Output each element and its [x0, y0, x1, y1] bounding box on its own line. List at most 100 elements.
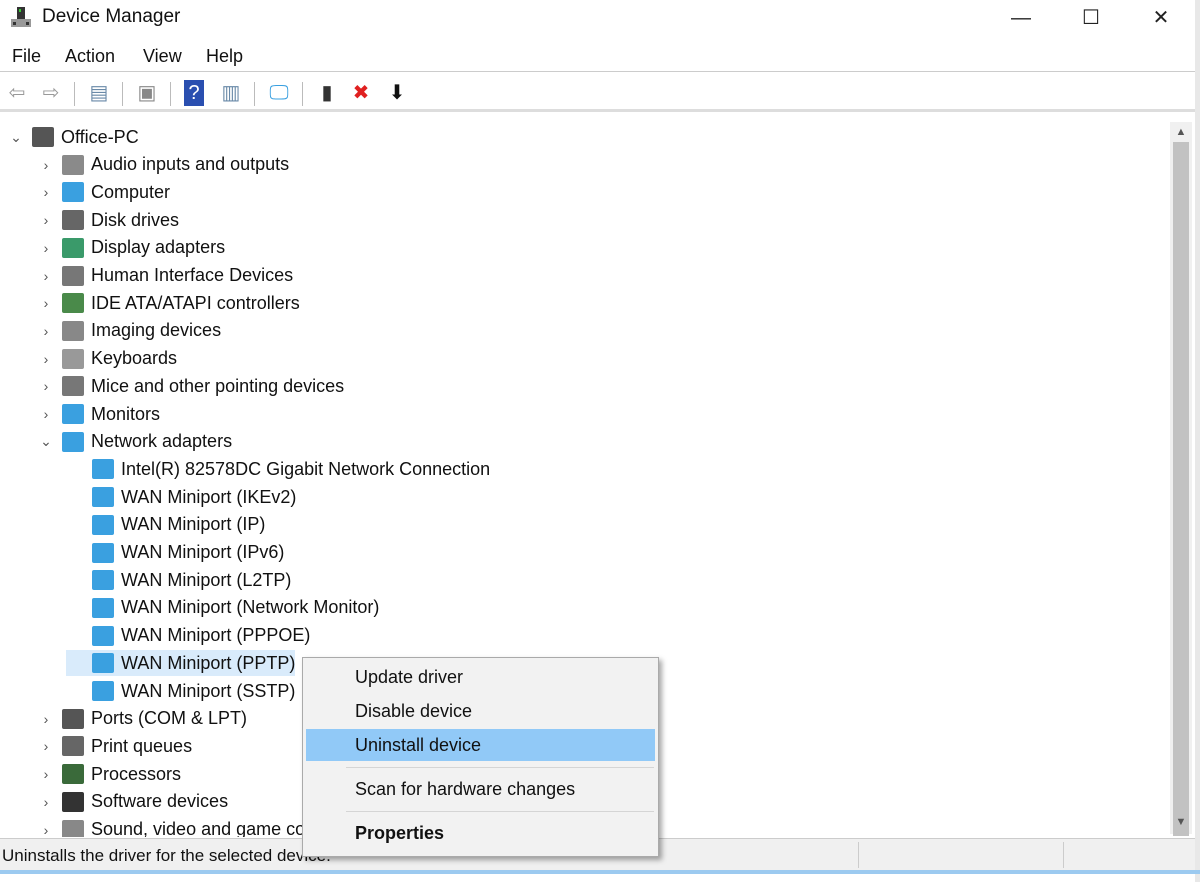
tree-category[interactable]: › Disk drives: [36, 207, 179, 233]
tree-category[interactable]: › Display adapters: [36, 235, 225, 261]
tree-item-label: Monitors: [91, 403, 161, 424]
tree-item-label: Mice and other pointing devices: [91, 375, 345, 396]
tree-item-label: Network adapters: [91, 431, 233, 452]
menu-item-disable-device[interactable]: Disable device: [306, 695, 655, 727]
chevron-right-icon[interactable]: ›: [36, 212, 56, 228]
tree-category[interactable]: › IDE ATA/ATAPI controllers: [36, 290, 300, 316]
tree-item-label: Audio inputs and outputs: [91, 154, 290, 175]
menu-bar: File Action View Help: [0, 42, 1195, 72]
chevron-right-icon[interactable]: ›: [36, 184, 56, 200]
tree-device[interactable]: Intel(R) 82578DC Gigabit Network Connect…: [66, 456, 490, 482]
menu-item-properties[interactable]: Properties: [306, 817, 655, 849]
tree-category[interactable]: › Processors: [36, 761, 181, 787]
action-pane-icon[interactable]: ▥: [218, 80, 244, 106]
device-icon: [92, 459, 114, 480]
disable-device-icon[interactable]: ⬇: [384, 80, 410, 106]
tree-category[interactable]: › Imaging devices: [36, 318, 221, 344]
tree-item-label: WAN Miniport (PPTP): [121, 652, 296, 673]
chevron-right-icon[interactable]: ›: [36, 766, 56, 782]
tree-item-label: Keyboards: [91, 348, 178, 369]
tree-device[interactable]: WAN Miniport (L2TP): [66, 567, 291, 593]
chevron-right-icon[interactable]: ›: [36, 323, 56, 339]
device-icon: [92, 681, 114, 701]
chevron-right-icon[interactable]: ›: [36, 711, 56, 727]
tree-device[interactable]: WAN Miniport (IP): [66, 512, 265, 538]
chevron-right-icon[interactable]: ›: [36, 738, 56, 754]
device-icon: [92, 542, 114, 563]
chevron-right-icon[interactable]: ›: [36, 295, 56, 311]
device-icon: [62, 320, 84, 341]
tree-item-label: Display adapters: [91, 237, 226, 258]
tree-category[interactable]: › Keyboards: [36, 346, 177, 372]
menu-view[interactable]: View: [143, 46, 182, 67]
scroll-up-icon[interactable]: ▲: [1170, 126, 1192, 138]
tree-item-label: Imaging devices: [91, 320, 222, 341]
chevron-right-icon[interactable]: ›: [36, 240, 56, 256]
menu-item-uninstall-device[interactable]: Uninstall device: [306, 729, 655, 761]
menu-help[interactable]: Help: [206, 46, 243, 67]
tree-category[interactable]: › Monitors: [36, 401, 160, 427]
tree-item-label: Office-PC: [61, 126, 139, 147]
chevron-right-icon[interactable]: ›: [36, 406, 56, 422]
tree-category[interactable]: ⌄ Network adapters: [36, 429, 232, 455]
chevron-down-icon[interactable]: ⌄: [36, 433, 56, 450]
tree-root[interactable]: ⌄ Office-PC: [6, 124, 139, 150]
device-icon: [92, 597, 114, 618]
vertical-scrollbar[interactable]: ▲ ▼: [1170, 122, 1192, 836]
back-icon[interactable]: ⇦: [4, 80, 30, 106]
tree-category[interactable]: › Audio inputs and outputs: [36, 152, 289, 178]
tree-device[interactable]: WAN Miniport (IKEv2): [66, 484, 296, 510]
device-icon: [92, 653, 114, 674]
device-icon: [62, 431, 84, 452]
menu-item-update-driver[interactable]: Update driver: [306, 661, 655, 693]
chevron-right-icon[interactable]: ›: [36, 794, 56, 810]
tree-item-label: Intel(R) 82578DC Gigabit Network Connect…: [121, 458, 491, 479]
tree-category[interactable]: › Mice and other pointing devices: [36, 373, 344, 399]
device-icon: [62, 764, 84, 785]
close-button[interactable]: ✕: [1138, 4, 1184, 32]
menu-item-scan-hardware[interactable]: Scan for hardware changes: [306, 773, 655, 805]
chevron-right-icon[interactable]: ›: [36, 378, 56, 394]
window-title: Device Manager: [42, 6, 181, 27]
tree-category[interactable]: › Print queues: [36, 733, 192, 759]
chevron-right-icon[interactable]: ›: [36, 157, 56, 173]
menu-action[interactable]: Action: [65, 46, 115, 67]
chevron-right-icon[interactable]: ›: [36, 351, 56, 367]
scroll-down-icon[interactable]: ▼: [1170, 816, 1192, 828]
update-driver-icon[interactable]: ▮: [314, 80, 340, 106]
device-icon: [92, 514, 114, 535]
show-hide-console-tree-icon[interactable]: ▤: [86, 80, 112, 106]
uninstall-icon[interactable]: ✖: [348, 80, 374, 106]
tree-device[interactable]: WAN Miniport (Network Monitor): [66, 595, 379, 621]
chevron-right-icon[interactable]: ›: [36, 268, 56, 284]
tree-item-label: Ports (COM & LPT): [91, 708, 248, 729]
scrollbar-thumb[interactable]: [1173, 142, 1189, 836]
menu-file[interactable]: File: [12, 46, 41, 67]
properties-icon[interactable]: ▣: [134, 80, 160, 106]
device-icon: [62, 736, 84, 757]
device-icon: [62, 708, 84, 729]
tree-category[interactable]: › Computer: [36, 179, 170, 205]
tree-item-label: Human Interface Devices: [91, 265, 294, 285]
tree-item-label: WAN Miniport (SSTP): [121, 680, 296, 701]
tree-device[interactable]: WAN Miniport (PPTP): [66, 650, 296, 677]
maximize-button[interactable]: ☐: [1068, 4, 1114, 32]
chevron-down-icon[interactable]: ⌄: [6, 129, 26, 146]
tree-item-label: Software devices: [91, 791, 229, 812]
scan-hardware-icon[interactable]: 🖵: [266, 80, 292, 106]
tree-device[interactable]: WAN Miniport (IPv6): [66, 540, 284, 566]
device-icon: [92, 570, 114, 591]
tree-category[interactable]: › Software devices: [36, 789, 228, 815]
device-icon: [62, 237, 84, 258]
tree-category[interactable]: › Ports (COM & LPT): [36, 706, 247, 732]
tree-device[interactable]: WAN Miniport (PPPOE): [66, 623, 310, 649]
chevron-right-icon[interactable]: ›: [36, 822, 56, 838]
tree-category[interactable]: › Human Interface Devices: [36, 263, 293, 289]
device-icon: [32, 127, 54, 147]
tree-device[interactable]: WAN Miniport (SSTP): [66, 678, 295, 704]
device-icon: [62, 376, 84, 397]
tree-item-label: WAN Miniport (L2TP): [121, 569, 292, 590]
forward-icon[interactable]: ⇨: [38, 80, 64, 106]
help-icon[interactable]: ?: [184, 80, 204, 106]
minimize-button[interactable]: —: [998, 4, 1044, 32]
